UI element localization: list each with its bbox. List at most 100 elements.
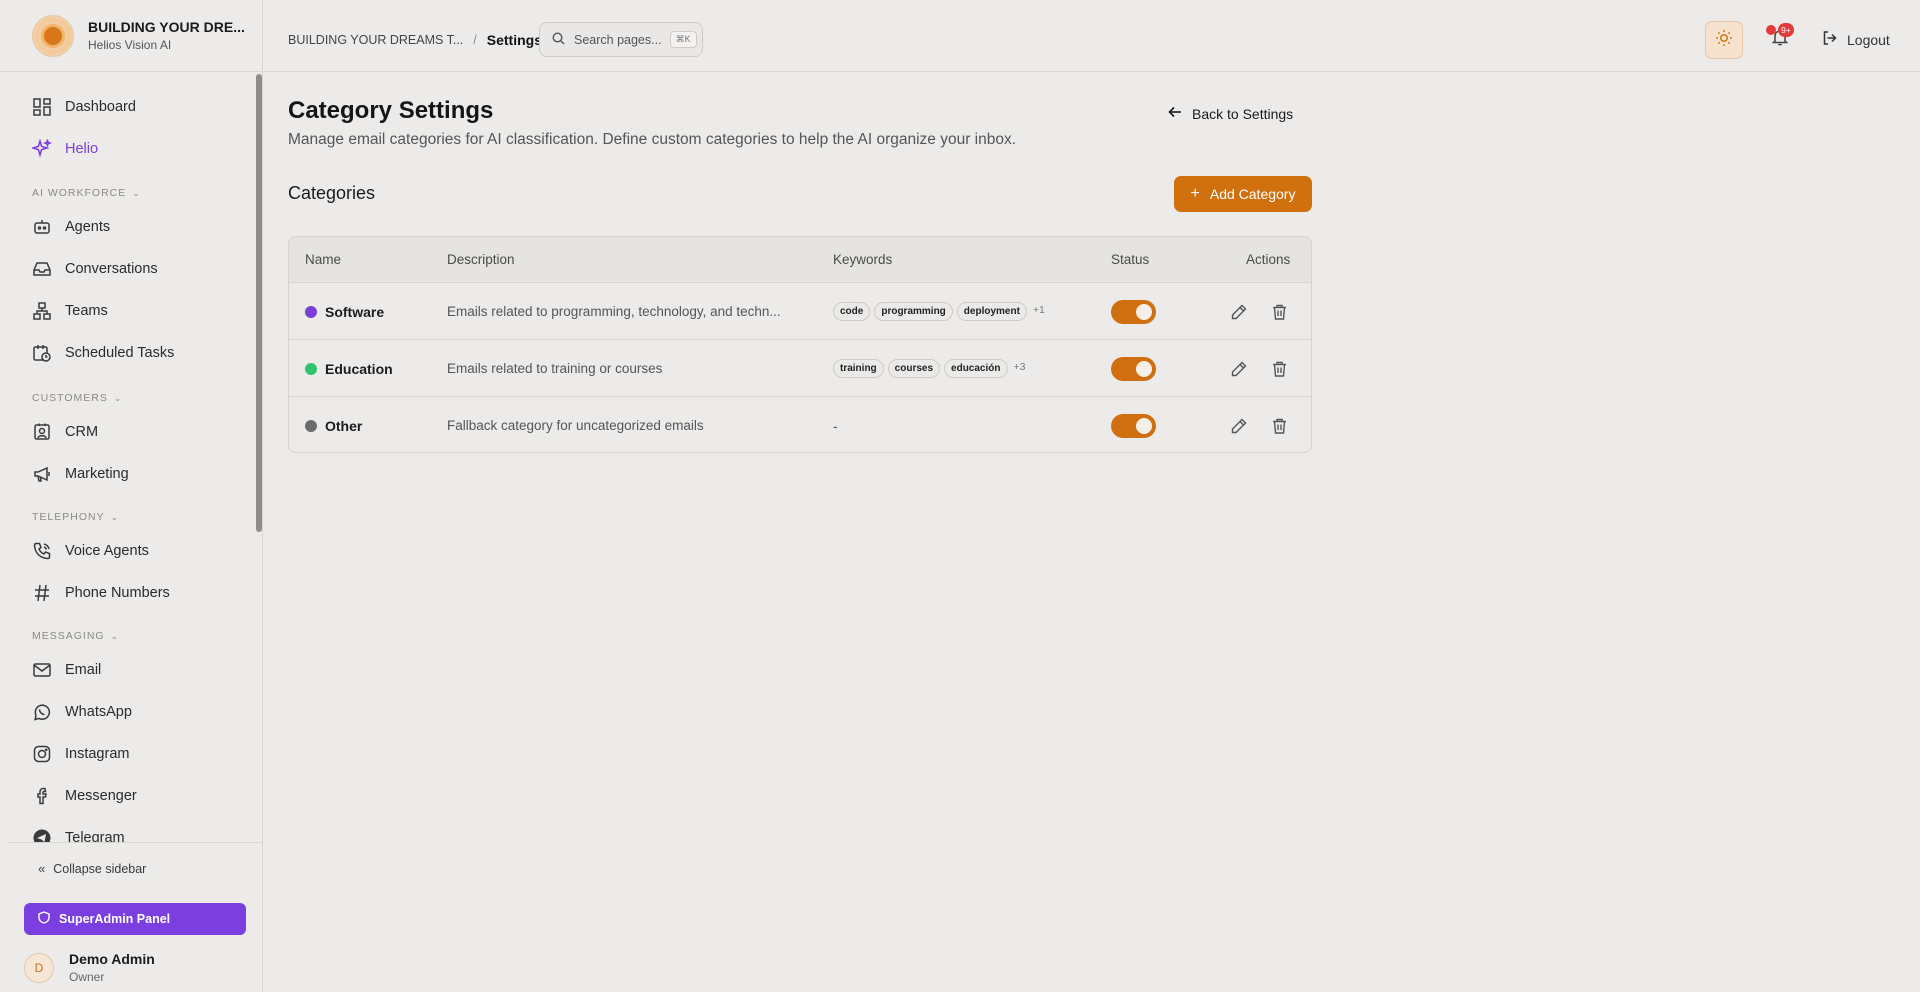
category-description: Fallback category for uncategorized emai…	[447, 418, 704, 433]
column-status: Status	[1111, 252, 1150, 267]
column-keywords: Keywords	[833, 252, 893, 267]
status-cell	[1111, 340, 1156, 397]
keyword-chip: deployment	[956, 302, 1027, 321]
notification-badge: 9+	[1778, 23, 1794, 37]
sidebar-item-label: Marketing	[65, 466, 129, 482]
section-telephony[interactable]: TELEPHONY ⌄	[32, 511, 119, 523]
instagram-icon	[32, 744, 52, 764]
chevron-down-icon: ⌄	[132, 187, 141, 198]
category-description: Emails related to programming, technolog…	[447, 304, 781, 319]
breadcrumb: BUILDING YOUR DREAMS T... / Settings	[288, 32, 542, 48]
sidebar-item-teams[interactable]: Teams	[32, 299, 108, 323]
section-ai-workforce[interactable]: AI WORKFORCE ⌄	[32, 187, 141, 199]
notifications-button[interactable]: 9+	[1766, 23, 1794, 51]
actions-cell	[1229, 340, 1309, 397]
sidebar-item-crm[interactable]: CRM	[32, 420, 98, 444]
actions-cell	[1229, 397, 1309, 452]
category-name: Other	[305, 397, 362, 452]
user-role: Owner	[69, 970, 105, 984]
column-name: Name	[305, 252, 342, 267]
sidebar-item-messenger[interactable]: Messenger	[32, 784, 137, 808]
notification-dot	[1766, 25, 1776, 35]
sidebar-nav: Dashboard Helio AI WORKFORCE ⌄ Agents Con…	[0, 72, 256, 842]
table-row: Software Emails related to programming, …	[289, 283, 1311, 340]
section-messaging[interactable]: MESSAGING ⌄	[32, 630, 119, 642]
table-row: Education Emails related to training or …	[289, 340, 1311, 397]
edit-icon[interactable]	[1229, 359, 1249, 379]
sidebar-item-helio[interactable]: Helio	[32, 137, 98, 161]
sidebar-item-whatsapp[interactable]: WhatsApp	[32, 700, 132, 724]
facebook-icon	[32, 786, 52, 806]
sidebar-item-label: Telegram	[65, 830, 125, 842]
sidebar-scrollbar[interactable]	[256, 74, 262, 532]
top-header: BUILDING YOUR DREAMS T... / Settings Sea…	[264, 0, 1920, 72]
edit-icon[interactable]	[1229, 416, 1249, 436]
keyword-chip: programming	[874, 302, 953, 321]
theme-toggle-button[interactable]	[1705, 21, 1743, 59]
add-category-button[interactable]: + Add Category	[1174, 176, 1312, 212]
section-customers[interactable]: CUSTOMERS ⌄	[32, 392, 122, 404]
breadcrumb-workspace[interactable]: BUILDING YOUR DREAMS T...	[288, 33, 463, 47]
sidebar-item-agents[interactable]: Agents	[32, 215, 110, 239]
sidebar-item-label: Agents	[65, 219, 111, 235]
back-to-settings-link[interactable]: Back to Settings	[1168, 105, 1293, 123]
search-shortcut: ⌘K	[669, 31, 697, 48]
trash-icon[interactable]	[1269, 359, 1289, 379]
arrow-left-icon	[1168, 105, 1182, 123]
status-toggle[interactable]	[1111, 299, 1156, 324]
sidebar-footer: « Collapse sidebar SuperAdmin Panel D De…	[8, 842, 263, 992]
sidebar-item-voice-agents[interactable]: Voice Agents	[32, 539, 149, 563]
breadcrumb-current: Settings	[486, 32, 542, 48]
edit-icon[interactable]	[1229, 302, 1249, 322]
sidebar-item-label: Dashboard	[65, 99, 136, 115]
user-name: Demo Admin	[69, 951, 155, 967]
robot-icon	[32, 217, 52, 237]
sidebar-item-label: Phone Numbers	[65, 585, 170, 601]
page-description: Manage email categories for AI classific…	[288, 131, 1017, 148]
sidebar-item-scheduled-tasks[interactable]: Scheduled Tasks	[32, 341, 174, 365]
categories-table: Name Description Keywords Status Actions…	[288, 236, 1312, 453]
sidebar-item-conversations[interactable]: Conversations	[32, 257, 158, 281]
keyword-chip: training	[833, 359, 884, 378]
brand-logo	[32, 14, 74, 57]
phone-icon	[32, 541, 52, 561]
sidebar-item-label: CRM	[65, 424, 99, 440]
sidebar-item-dashboard[interactable]: Dashboard	[32, 95, 136, 119]
sidebar-item-email[interactable]: Email	[32, 658, 101, 682]
calendar-clock-icon	[32, 343, 52, 363]
logout-icon	[1822, 30, 1838, 49]
collapse-sidebar-button[interactable]: « Collapse sidebar	[38, 861, 146, 876]
status-toggle[interactable]	[1111, 413, 1156, 438]
megaphone-icon	[32, 464, 52, 484]
sidebar-item-instagram[interactable]: Instagram	[32, 742, 129, 766]
search-input[interactable]: Search pages... ⌘K	[539, 22, 703, 57]
plus-icon: +	[1190, 185, 1200, 202]
status-toggle[interactable]	[1111, 356, 1156, 381]
user-menu[interactable]: D Demo Admin Owner	[24, 951, 155, 984]
workspace-title: BUILDING YOUR DRE...	[88, 19, 245, 35]
superadmin-panel-button[interactable]: SuperAdmin Panel	[24, 903, 246, 935]
logout-button[interactable]: Logout	[1822, 30, 1890, 49]
sidebar-item-label: WhatsApp	[65, 704, 132, 720]
sidebar: BUILDING YOUR DRE... Helios Vision AI Da…	[0, 0, 263, 992]
chevron-down-icon: ⌄	[110, 630, 120, 641]
workspace-subtitle: Helios Vision AI	[88, 38, 172, 52]
sidebar-item-marketing[interactable]: Marketing	[32, 462, 129, 486]
sidebar-item-label: Conversations	[65, 261, 158, 277]
status-cell	[1111, 283, 1156, 340]
sparkles-icon	[32, 139, 52, 159]
shield-icon	[38, 911, 50, 927]
trash-icon[interactable]	[1269, 416, 1289, 436]
keyword-chip: educación	[944, 359, 1008, 378]
avatar: D	[24, 952, 54, 983]
trash-icon[interactable]	[1269, 302, 1289, 322]
mail-icon	[32, 660, 52, 680]
sidebar-item-phone-numbers[interactable]: Phone Numbers	[32, 581, 170, 605]
table-header: Name Description Keywords Status Actions	[289, 237, 1311, 283]
workspace-switcher[interactable]: BUILDING YOUR DRE... Helios Vision AI	[0, 0, 263, 72]
inbox-icon	[32, 259, 52, 279]
chevron-down-icon: ⌄	[110, 511, 120, 522]
category-color-dot	[305, 362, 317, 375]
sidebar-item-label: Helio	[65, 141, 99, 157]
sidebar-item-telegram[interactable]: Telegram	[32, 826, 125, 842]
